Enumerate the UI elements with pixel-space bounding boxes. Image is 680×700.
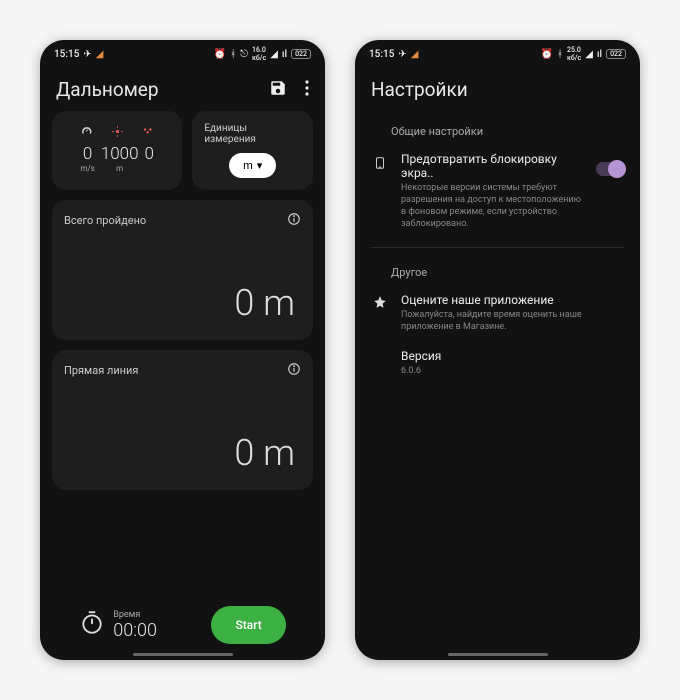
signal-icon: ◢ [96, 49, 104, 60]
bottom-controls: Время 00:00 Start [40, 596, 325, 660]
status-bar: 15:15 ✈ ◢ ⏰ ᚼ 25.0кб/с ◢ ıl 022 [355, 40, 640, 64]
home-indicator[interactable] [133, 653, 233, 656]
battery-indicator: 022 [291, 49, 311, 59]
wakelock-desc: Некоторые версии системы требуют разреше… [401, 182, 584, 231]
chevron-down-icon: ▾ [257, 159, 263, 172]
wakelock-toggle[interactable] [596, 162, 624, 176]
total-distance-label: Всего пройдено [64, 214, 146, 227]
phone-lock-icon [371, 152, 389, 231]
time-label: Время [113, 610, 157, 620]
battery-indicator: 022 [606, 49, 626, 59]
app-header: Дальномер [40, 64, 325, 111]
status-time: 15:15 [369, 49, 394, 60]
more-icon[interactable] [305, 80, 309, 100]
telegram-icon: ✈ [398, 49, 406, 60]
time-value: 00:00 [113, 620, 157, 641]
section-other: Другое [371, 252, 624, 289]
wifi-icon: ◢ [585, 49, 593, 60]
satellite-icon [142, 123, 155, 142]
sats-value: 0 [145, 144, 154, 164]
total-distance-value: 0 m [234, 282, 295, 324]
info-icon[interactable] [287, 212, 301, 229]
save-icon[interactable] [269, 79, 287, 101]
version-item: Версия 6.0.6 [371, 345, 624, 389]
app-header: Настройки [355, 64, 640, 111]
rate-desc: Пожалуйста, найдите время оценить наше п… [401, 309, 624, 333]
stopwatch-icon [79, 610, 105, 640]
speed-value: 0 [80, 144, 94, 164]
divider [371, 247, 624, 248]
units-label: Единицы измерения [204, 123, 301, 145]
accuracy-value: 1000 [101, 144, 139, 164]
rangefinder-screen: 15:15 ✈ ◢ ⏰ ᚼ ⎋ 16.0кб/с ◢ ıl 022 Дально… [40, 40, 325, 660]
settings-screen: 15:15 ✈ ◢ ⏰ ᚼ 25.0кб/с ◢ ıl 022 Настройк… [355, 40, 640, 660]
wakelock-title: Предотвратить блокировку экра.. [401, 152, 584, 180]
telegram-icon: ✈ [83, 49, 91, 60]
start-button[interactable]: Start [211, 606, 285, 644]
speed-icon [80, 123, 93, 142]
rate-title: Оцените наше приложение [401, 293, 624, 307]
wifi-icon: ◢ [270, 49, 278, 60]
bluetooth-icon: ᚼ [230, 49, 236, 60]
alarm-icon: ⏰ [214, 49, 226, 60]
accuracy-icon [111, 123, 124, 142]
version-value: 6.0.6 [401, 365, 624, 377]
status-bar: 15:15 ✈ ◢ ⏰ ᚼ ⎋ 16.0кб/с ◢ ıl 022 [40, 40, 325, 64]
location-icon: ⎋ [240, 49, 248, 60]
straight-line-label: Прямая линия [64, 364, 138, 377]
bluetooth-icon: ᚼ [557, 49, 563, 60]
straight-line-value: 0 m [234, 432, 295, 474]
page-title: Настройки [371, 78, 468, 101]
info-icon[interactable] [287, 362, 301, 379]
page-title: Дальномер [56, 78, 159, 101]
alarm-icon: ⏰ [541, 49, 553, 60]
version-label: Версия [401, 349, 624, 363]
section-general: Общие настройки [371, 111, 624, 148]
stats-card: 0m/s 1000m 0 [52, 111, 182, 190]
home-indicator[interactable] [448, 653, 548, 656]
wakelock-setting[interactable]: Предотвратить блокировку экра.. Некоторы… [371, 148, 624, 243]
rate-app-item[interactable]: Оцените наше приложение Пожалуйста, найд… [371, 289, 624, 345]
signal-icon: ◢ [411, 49, 419, 60]
cell-icon: ıl [282, 49, 287, 60]
star-icon [371, 293, 389, 333]
status-time: 15:15 [54, 49, 79, 60]
total-distance-card: Всего пройдено 0 m [52, 200, 313, 340]
cell-icon: ıl [597, 49, 602, 60]
units-select[interactable]: m ▾ [229, 153, 276, 178]
units-card: Единицы измерения m ▾ [192, 111, 313, 190]
straight-line-card: Прямая линия 0 m [52, 350, 313, 490]
